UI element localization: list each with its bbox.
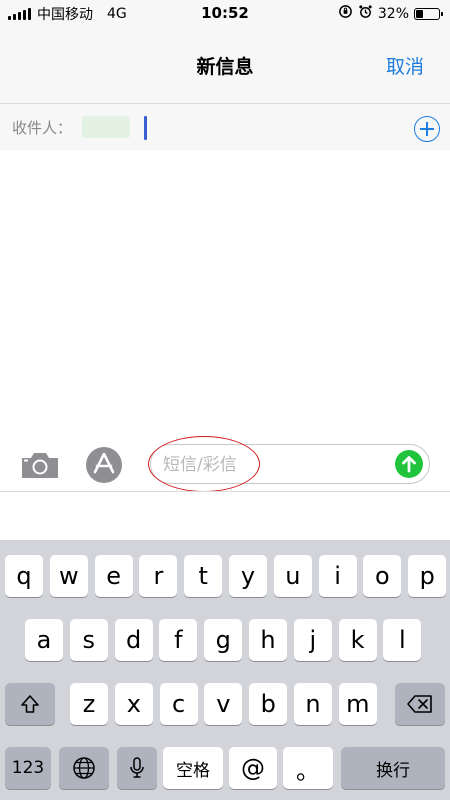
microphone-icon [130,757,144,778]
key-e[interactable]: e [94,555,133,597]
key-a[interactable]: a [25,619,63,661]
battery-icon [414,7,443,20]
globe-key[interactable] [59,747,109,789]
key-t[interactable]: t [184,555,223,597]
battery-percent: 32% [377,5,409,22]
send-arrow-icon [402,456,416,473]
key-z[interactable]: z [70,683,108,725]
recipient-token[interactable] [82,116,130,138]
message-input[interactable] [163,453,383,477]
alarm-icon [358,4,373,23]
key-m[interactable]: m [338,683,377,725]
key-u[interactable]: u [273,555,312,597]
key-n[interactable]: n [294,683,332,725]
camera-icon[interactable] [20,450,60,480]
key-d[interactable]: d [114,619,153,661]
key-p[interactable]: p [408,555,447,597]
numbers-key[interactable]: 123 [5,747,51,789]
at-key[interactable]: @ [229,747,277,789]
key-l[interactable]: l [383,619,422,661]
text-cursor [144,116,147,140]
shift-icon [21,695,39,713]
key-y[interactable]: y [229,555,267,597]
battery-fill [416,9,423,18]
key-x[interactable]: x [114,683,153,725]
key-c[interactable]: c [159,683,198,725]
page-title: 新信息 [196,56,254,78]
appstore-icon[interactable] [84,445,124,485]
status-bar: 中国移动 4G 10:52 32% [0,0,450,26]
divider [0,491,450,492]
shift-key[interactable] [5,683,55,725]
recipient-label: 收件人： [12,119,73,137]
message-box[interactable] [150,444,430,484]
key-f[interactable]: f [159,619,198,661]
key-j[interactable]: j [293,619,332,661]
status-right: 32% [338,4,443,23]
nav-bar: 新信息 取消 [0,26,450,104]
key-h[interactable]: h [249,619,287,661]
key-k[interactable]: k [338,619,377,661]
period-key[interactable]: 。 [283,747,333,789]
key-g[interactable]: g [204,619,243,661]
return-key[interactable]: 换行 [341,747,445,789]
key-r[interactable]: r [139,555,178,597]
globe-icon [73,757,95,779]
send-button[interactable] [395,450,423,478]
key-w[interactable]: w [49,555,88,597]
rotation-lock-icon [338,4,353,23]
key-v[interactable]: v [204,683,243,725]
key-b[interactable]: b [249,683,288,725]
delete-key[interactable] [395,683,445,725]
recipient-row[interactable]: 收件人： [0,104,450,150]
key-s[interactable]: s [69,619,108,661]
space-key[interactable]: 空格 [163,747,223,789]
cancel-button[interactable]: 取消 [386,52,424,79]
keyboard: 123 空格 @ 。 换行 qwertyuiop asdfghjkl zxcvbnm [0,540,450,800]
key-i[interactable]: i [318,555,357,597]
delete-icon [407,695,432,713]
plus-circle-icon[interactable] [414,116,440,142]
key-o[interactable]: o [363,555,402,597]
mic-key[interactable] [117,747,157,789]
key-q[interactable]: q [5,555,43,597]
